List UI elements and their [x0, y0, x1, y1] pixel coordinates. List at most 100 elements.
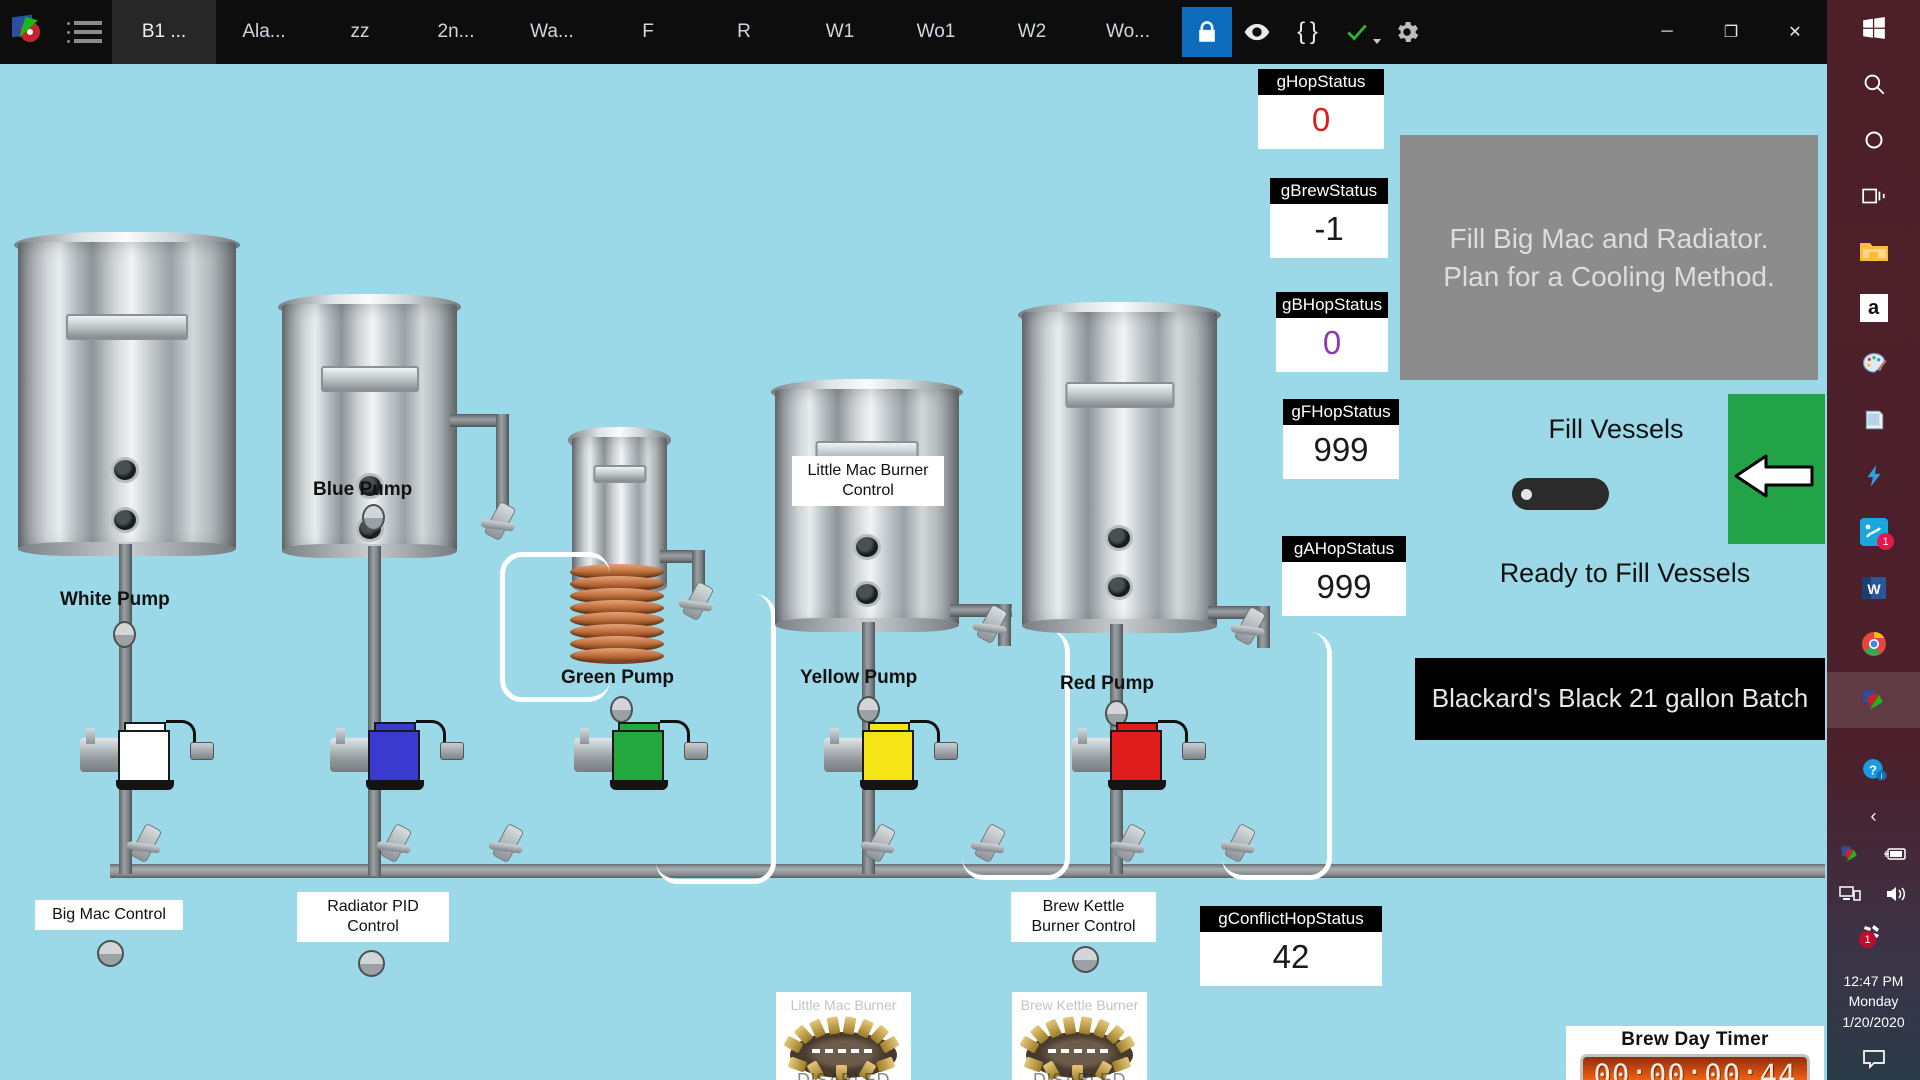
pump-unit-yellow[interactable]: [822, 720, 958, 790]
valve-blue[interactable]: [484, 502, 516, 540]
lamp-white-pump[interactable]: [113, 621, 136, 648]
volume-icon[interactable]: [1873, 874, 1919, 914]
tank-body: [18, 242, 236, 550]
valve-drain-blue[interactable]: [380, 824, 412, 862]
window-controls: ─ ❐ ✕: [1635, 0, 1827, 64]
pump-unit-white[interactable]: [78, 720, 214, 790]
paint-icon[interactable]: [1827, 336, 1920, 392]
pump-label-yellow: Yellow Pump: [800, 667, 918, 688]
skype-icon[interactable]: 1: [1827, 504, 1920, 560]
action-center-icon[interactable]: [1827, 1038, 1920, 1080]
tab-label: Ala...: [242, 21, 286, 42]
left-arrow-icon: [1734, 454, 1814, 498]
file-explorer-icon[interactable]: [1827, 224, 1920, 280]
status-box-ghopstatus[interactable]: gHopStatus 0: [1258, 69, 1384, 149]
tab-f[interactable]: F: [600, 0, 696, 64]
pump-inlet-valve: [1072, 728, 1114, 772]
task-view-icon[interactable]: [1827, 168, 1920, 224]
vessel-big-mac[interactable]: [14, 232, 240, 556]
show-hidden-icons-chevron-icon[interactable]: ‹: [1827, 798, 1920, 834]
lamp-blue-pump[interactable]: [362, 504, 385, 531]
tab-wo2[interactable]: Wo...: [1080, 0, 1176, 64]
chrome-icon[interactable]: [1827, 616, 1920, 672]
pipe-blue-downcomer: [368, 546, 381, 876]
status-title: gAHopStatus: [1282, 536, 1406, 562]
menu-hamburger-icon[interactable]: [56, 0, 112, 64]
lock-icon[interactable]: [1182, 7, 1232, 57]
burner-panel-little-mac[interactable]: Little Mac Burner DISABLED: [776, 992, 911, 1080]
vessel-brew-kettle[interactable]: [1018, 302, 1221, 633]
eye-icon[interactable]: [1232, 7, 1282, 57]
tab-w2[interactable]: W2: [984, 0, 1080, 64]
gear-icon[interactable]: [1382, 7, 1432, 57]
tab-r[interactable]: R: [696, 0, 792, 64]
taskbar-clock[interactable]: 12:47 PM Monday 1/20/2020: [1842, 971, 1904, 1038]
big-mac-control-label[interactable]: Big Mac Control: [35, 900, 183, 930]
status-box-gbhopstatus[interactable]: gBHopStatus 0: [1276, 292, 1388, 372]
pump-inlet-valve: [330, 728, 372, 772]
cimplicity-icon[interactable]: [1827, 672, 1920, 728]
fill-vessels-toggle[interactable]: [1512, 478, 1609, 510]
operator-message-text: Fill Big Mac and Radiator. Plan for a Co…: [1443, 222, 1775, 292]
cortana-icon[interactable]: [1827, 112, 1920, 168]
minimize-button[interactable]: ─: [1635, 0, 1699, 64]
clock-day: Monday: [1848, 993, 1899, 1010]
status-box-gahopstatus[interactable]: gAHopStatus 999: [1282, 536, 1406, 616]
pump-cord: [1158, 720, 1188, 742]
network-icon[interactable]: [1827, 874, 1873, 914]
brew-kettle-burner-control-label[interactable]: Brew Kettle Burner Control: [1011, 892, 1156, 942]
tab-wa[interactable]: Wa...: [504, 0, 600, 64]
check-icon[interactable]: [1332, 7, 1382, 57]
lightning-app-icon[interactable]: [1827, 448, 1920, 504]
lamp-brew-kettle-burner-control[interactable]: [1072, 946, 1099, 973]
tab-ala[interactable]: Ala...: [216, 0, 312, 64]
minimize-glyph: ─: [1661, 23, 1673, 40]
word-icon[interactable]: W: [1827, 560, 1920, 616]
tab-wo1[interactable]: Wo1: [888, 0, 984, 64]
maximize-button[interactable]: ❐: [1699, 0, 1763, 64]
status-title: gHopStatus: [1258, 69, 1384, 95]
status-box-gbrewstatus[interactable]: gBrewStatus -1: [1270, 178, 1388, 258]
valve-drain-white[interactable]: [130, 824, 162, 862]
radiator-pid-control-label[interactable]: Radiator PID Control: [297, 892, 449, 942]
status-value: 0: [1258, 95, 1384, 149]
pump-inlet-valve: [574, 728, 616, 772]
lamp-radiator-pid-control[interactable]: [358, 950, 385, 977]
little-mac-burner-control-label[interactable]: Little Mac Burner Control: [792, 456, 944, 506]
tank-handle: [320, 366, 419, 392]
help-icon[interactable]: ? i: [1827, 742, 1920, 798]
updates-badge: 1: [1859, 931, 1876, 948]
pump-unit-green[interactable]: [572, 720, 708, 790]
chevron-down-icon[interactable]: [1373, 39, 1381, 44]
vessel-little-mac[interactable]: [771, 379, 963, 632]
tab-b1[interactable]: B1 ...: [112, 0, 216, 64]
search-icon[interactable]: [1827, 56, 1920, 112]
braces-icon[interactable]: { }: [1282, 7, 1332, 57]
lamp-big-mac-control[interactable]: [97, 940, 124, 967]
pump-unit-blue[interactable]: [328, 720, 464, 790]
windows-start-icon[interactable]: [1827, 0, 1920, 56]
cimplicity-tray-icon[interactable]: [1827, 834, 1873, 874]
burner-state: DISABLED: [796, 1070, 891, 1080]
sticky-notes-icon[interactable]: [1827, 392, 1920, 448]
pump-plug: [190, 742, 214, 760]
status-box-gfhopstatus[interactable]: gFHopStatus 999: [1283, 399, 1399, 479]
lamp-green-pump[interactable]: [610, 696, 633, 723]
tab-zz[interactable]: zz: [312, 0, 408, 64]
amazon-icon[interactable]: a: [1827, 280, 1920, 336]
pump-unit-red[interactable]: [1070, 720, 1206, 790]
tank-handle: [592, 465, 647, 483]
tab-w1[interactable]: W1: [792, 0, 888, 64]
updates-icon[interactable]: 1: [1827, 914, 1920, 956]
skype-badge: 1: [1877, 533, 1894, 550]
back-arrow-button[interactable]: [1728, 394, 1825, 544]
valve-drain-green[interactable]: [492, 824, 524, 862]
close-button[interactable]: ✕: [1763, 0, 1827, 64]
burner-panel-brew-kettle[interactable]: Brew Kettle Burner DISABLED: [1012, 992, 1147, 1080]
tab-2n[interactable]: 2n...: [408, 0, 504, 64]
lamp-yellow-pump[interactable]: [857, 696, 880, 723]
battery-icon[interactable]: [1873, 834, 1919, 874]
tab-label: Wo1: [916, 21, 956, 42]
status-box-gconflicthopstatus[interactable]: gConflictHopStatus 42: [1200, 906, 1382, 986]
pump-motor-body: [612, 730, 664, 782]
